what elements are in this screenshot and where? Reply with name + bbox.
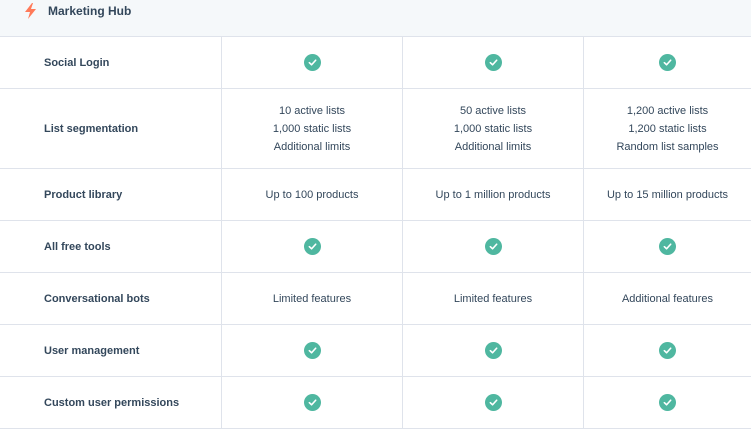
section-title: Marketing Hub [48,4,132,18]
plan-cell: Additional features [584,273,751,324]
check-icon [484,54,502,71]
table-row: List segmentation 10 active lists 1,000 st… [0,89,751,169]
check-icon [659,342,676,359]
check-icon [659,54,676,71]
plan-cell: 1,200 active lists 1,200 static lists Rand… [584,89,751,168]
cell-text: Random list samples [616,140,719,153]
cell-text: Limited features [272,292,352,305]
plan-cell: 50 active lists 1,000 static lists Additio… [403,89,584,168]
check-icon [303,238,321,255]
plan-cell: Limited features [403,273,584,324]
feature-label: List segmentation [0,89,222,168]
plan-cell: Up to 1 million products [403,169,584,220]
plan-cell [584,37,751,88]
cell-text: Up to 15 million products [606,188,729,201]
plan-cell: Up to 100 products [222,169,403,220]
check-icon [484,394,502,411]
cell-text: 1,000 static lists [453,122,533,135]
table-row: All free tools [0,221,751,273]
cell-text: Additional features [621,292,714,305]
feature-label: User management [0,325,222,376]
hubspot-sprocket-icon [25,3,36,19]
check-icon [303,394,321,411]
plan-cell [403,37,584,88]
check-icon [303,54,321,71]
feature-label: Social Login [0,37,222,88]
cell-text: Additional limits [454,140,532,153]
plan-cell: 10 active lists 1,000 static lists Additio… [222,89,403,168]
table-row: Social Login [0,37,751,89]
feature-label: Conversational bots [0,273,222,324]
check-icon [659,394,676,411]
cell-text: 10 active lists [278,104,345,117]
cell-text: 50 active lists [459,104,526,117]
plan-cell [222,325,403,376]
plan-cell [222,37,403,88]
table-row: Conversational bots Limited features Limit… [0,273,751,325]
cell-text: Limited features [453,292,533,305]
feature-label: All free tools [0,221,222,272]
plan-cell [403,377,584,428]
section-header: Marketing Hub [0,0,751,37]
plan-cell [584,325,751,376]
plan-cell [222,221,403,272]
check-icon [484,342,502,359]
cell-text: Up to 100 products [265,188,359,201]
feature-label: Product library [0,169,222,220]
table-row: Product library Up to 100 products Up to 1… [0,169,751,221]
cell-text: Additional limits [273,140,351,153]
cell-text: 1,200 static lists [628,122,707,135]
cell-text: 1,200 active lists [626,104,709,117]
check-icon [303,342,321,359]
table-row: Custom user permissions [0,377,751,429]
plan-cell: Up to 15 million products [584,169,751,220]
plan-cell [222,377,403,428]
feature-comparison-table: Social Login List segmentation 10 active l… [0,37,751,429]
plan-cell: Limited features [222,273,403,324]
check-icon [484,238,502,255]
cell-text: 1,000 static lists [272,122,352,135]
plan-cell [403,221,584,272]
feature-label: Custom user permissions [0,377,222,428]
plan-cell [584,377,751,428]
check-icon [659,238,676,255]
cell-text: Up to 1 million products [435,188,551,201]
plan-cell [584,221,751,272]
plan-cell [403,325,584,376]
table-row: User management [0,325,751,377]
